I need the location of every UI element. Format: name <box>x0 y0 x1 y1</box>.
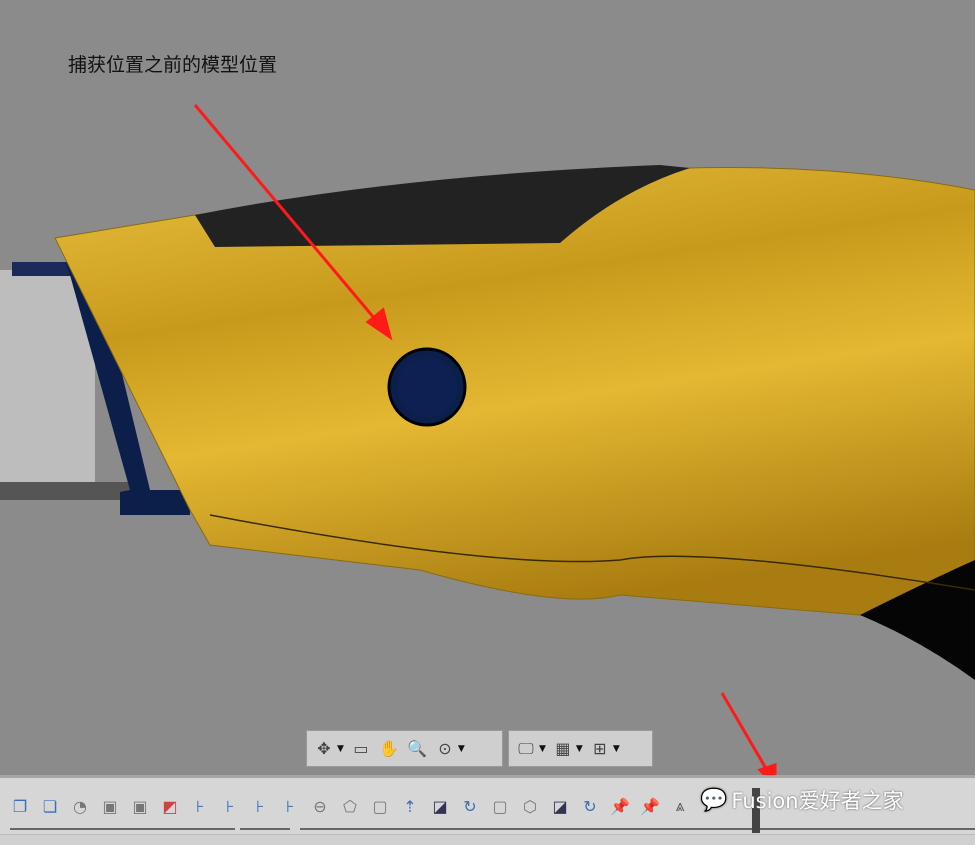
timeline-item[interactable]: ◔ <box>68 794 92 818</box>
timeline-track[interactable] <box>300 828 975 830</box>
status-bar <box>0 834 975 845</box>
pan-hand-icon: ✋ <box>378 739 399 758</box>
display-settings-button[interactable]: 🖵 ▼ <box>515 738 546 760</box>
grid-icon: ▦ <box>555 739 571 758</box>
timeline-item[interactable]: ⬠ <box>338 794 362 818</box>
timeline-track[interactable] <box>10 828 235 830</box>
joint-icon: ⊦ <box>285 796 295 816</box>
timeline-item[interactable]: ▣ <box>128 794 152 818</box>
display-settings-icon: 🖵 <box>518 738 534 758</box>
chevron-down-icon[interactable]: ▼ <box>576 744 583 754</box>
pan-hand-button[interactable]: ✋ <box>378 738 400 760</box>
timeline-item[interactable]: ⊦ <box>218 794 242 818</box>
timeline-item[interactable]: ◪ <box>428 794 452 818</box>
box-feature-icon: ❐ <box>12 796 28 816</box>
extrude-icon: ⬠ <box>343 796 357 816</box>
look-at-button[interactable]: ▭ <box>350 738 372 760</box>
viewports-button[interactable]: ⊞ ▼ <box>589 738 620 760</box>
timeline-item[interactable]: ⊦ <box>278 794 302 818</box>
body-icon: ▢ <box>492 796 508 816</box>
annotation-label: 捕获位置之前的模型位置 <box>68 54 278 76</box>
timeline-item[interactable]: ▣ <box>98 794 122 818</box>
fillet-icon: ◔ <box>73 796 87 816</box>
wechat-icon: 💬 <box>700 787 728 813</box>
timeline-item[interactable]: ▢ <box>368 794 392 818</box>
sketch-icon: ◪ <box>552 796 568 816</box>
joint-icon: ⊦ <box>255 796 265 816</box>
revolve-icon: ⊖ <box>313 796 327 816</box>
timeline-item[interactable]: ↻ <box>458 794 482 818</box>
capture-position-icon: 📌 <box>610 796 630 816</box>
sketch-curve-icon: ◩ <box>162 796 178 816</box>
zoom-icon: 🔍 <box>406 739 427 758</box>
watermark-text: Fusion爱好者之家 <box>731 789 904 813</box>
zoom-button[interactable]: 🔍 <box>406 738 428 760</box>
shell-icon: ▣ <box>102 796 118 816</box>
timeline-item[interactable]: 📌 <box>608 794 632 818</box>
combine-icon: ❏ <box>42 796 58 816</box>
3d-viewport[interactable] <box>0 0 975 775</box>
rotate-icon: ↻ <box>463 796 477 816</box>
timeline-item[interactable]: ❐ <box>8 794 32 818</box>
model-scene <box>0 104 975 775</box>
chevron-down-icon[interactable]: ▼ <box>458 744 465 754</box>
timeline-item[interactable]: ⊖ <box>308 794 332 818</box>
timeline-item[interactable]: ⇡ <box>398 794 422 818</box>
fit-window-button[interactable]: ⊙ ▼ <box>434 738 465 760</box>
chevron-down-icon[interactable]: ▼ <box>337 744 344 754</box>
rotate-icon: ↻ <box>583 796 597 816</box>
chevron-down-icon[interactable]: ▼ <box>539 744 546 754</box>
extrude-up-icon: ⇡ <box>403 796 417 816</box>
joint-icon: ⊦ <box>195 796 205 816</box>
display-toolbar: 🖵 ▼ ▦ ▼ ⊞ ▼ <box>508 730 653 767</box>
timeline-item[interactable]: ▢ <box>488 794 512 818</box>
chevron-down-icon[interactable]: ▼ <box>613 744 620 754</box>
fit-window-icon: ⊙ <box>438 739 452 758</box>
orbit-button[interactable]: ✥ ▼ <box>313 738 344 760</box>
shell-icon: ▣ <box>132 796 148 816</box>
joint-icon: ⊦ <box>225 796 235 816</box>
timeline-track[interactable] <box>240 828 290 830</box>
timeline-item[interactable]: ◩ <box>158 794 182 818</box>
capture-position-icon: 📌 <box>640 796 660 816</box>
viewports-icon: ⊞ <box>593 739 607 758</box>
chamfer-icon: ⬡ <box>523 796 537 816</box>
timeline-item[interactable]: ⬡ <box>518 794 542 818</box>
timeline-item[interactable]: ⩓ <box>668 794 692 818</box>
timeline-item[interactable]: ❏ <box>38 794 62 818</box>
timeline-item[interactable]: ⊦ <box>188 794 212 818</box>
body-icon: ▢ <box>372 796 388 816</box>
navigation-toolbar: ✥ ▼ ▭ ✋ 🔍 ⊙ ▼ <box>306 730 503 767</box>
orbit-icon: ✥ <box>317 739 331 758</box>
timeline-item[interactable]: ◪ <box>548 794 572 818</box>
watermark: 💬 Fusion爱好者之家 <box>700 785 904 815</box>
timeline-item[interactable]: ⊦ <box>248 794 272 818</box>
look-at-icon: ▭ <box>353 739 369 758</box>
grid-button[interactable]: ▦ ▼ <box>552 738 583 760</box>
timeline-item[interactable]: ↻ <box>578 794 602 818</box>
mirror-icon: ⩓ <box>675 796 685 815</box>
timeline-item[interactable]: 📌 <box>638 794 662 818</box>
sketch-icon: ◪ <box>432 796 448 816</box>
